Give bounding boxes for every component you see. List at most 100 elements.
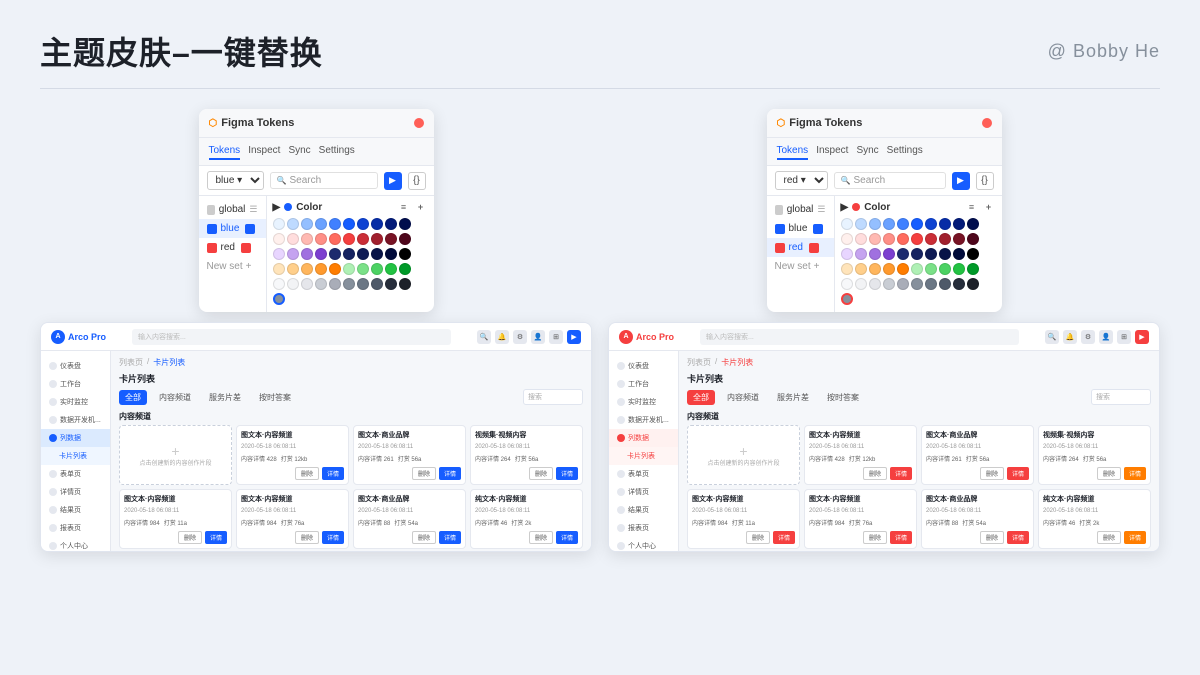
selected-swatch-red[interactable]	[841, 293, 853, 305]
nav-item-cards[interactable]: 卡片列表	[41, 447, 110, 465]
tokens-theme-select[interactable]: blue ▾ red	[207, 171, 264, 190]
filter-search-blue[interactable]: 搜索	[523, 389, 583, 405]
swatch[interactable]	[897, 263, 909, 275]
detail-btn[interactable]: 详情	[556, 467, 578, 480]
tokens-tab-tokens-red[interactable]: Tokens	[777, 143, 809, 160]
nav-item-data[interactable]: 数据开发机...	[41, 411, 110, 429]
delete-btn[interactable]: 删除	[529, 531, 553, 544]
swatch[interactable]	[329, 248, 341, 260]
swatch[interactable]	[953, 278, 965, 290]
swatch[interactable]	[329, 263, 341, 275]
tokens-search[interactable]: 🔍 Search	[270, 172, 378, 189]
tokens-sidebar-red-item-red[interactable]: red	[767, 238, 834, 257]
tokens-apply-btn-red[interactable]: ▶	[952, 172, 970, 190]
swatch[interactable]	[399, 278, 411, 290]
swatch[interactable]	[925, 218, 937, 230]
swatch[interactable]	[841, 218, 853, 230]
arco-topbar-search-red[interactable]: 输入内容搜索...	[700, 329, 1019, 345]
swatch[interactable]	[357, 218, 369, 230]
user-icon-red[interactable]: 👤	[1099, 330, 1113, 344]
swatch[interactable]	[841, 278, 853, 290]
nav-item-report[interactable]: 报表页	[41, 519, 110, 537]
swatch[interactable]	[371, 218, 383, 230]
tokens-search-red[interactable]: 🔍 Search	[834, 172, 946, 189]
swatch[interactable]	[883, 263, 895, 275]
swatch[interactable]	[287, 278, 299, 290]
swatch[interactable]	[869, 248, 881, 260]
tokens-sidebar-blue-item[interactable]: blue	[199, 219, 266, 238]
user-icon[interactable]: 👤	[531, 330, 545, 344]
nav-item-report-red[interactable]: 报表页	[609, 519, 678, 537]
tokens-sidebar-global-red[interactable]: global ☰	[767, 200, 834, 219]
tokens-add-set-btn-red[interactable]: New set +	[767, 257, 834, 276]
swatch[interactable]	[399, 233, 411, 245]
action-btn-blue[interactable]: ▶	[567, 330, 581, 344]
delete-btn-red[interactable]: 删除	[863, 467, 887, 480]
swatch[interactable]	[841, 263, 853, 275]
swatch[interactable]	[385, 233, 397, 245]
delete-btn-red[interactable]: 删除	[980, 531, 1004, 544]
detail-btn[interactable]: 详情	[322, 467, 344, 480]
close-icon-red[interactable]	[982, 118, 992, 128]
swatch[interactable]	[897, 278, 909, 290]
nav-item-data-red[interactable]: 数据开发机...	[609, 411, 678, 429]
swatch[interactable]	[329, 278, 341, 290]
swatch[interactable]	[841, 248, 853, 260]
tokens-tab-sync-red[interactable]: Sync	[856, 143, 878, 160]
nav-item-detail-red[interactable]: 详情页	[609, 483, 678, 501]
swatch[interactable]	[869, 233, 881, 245]
tokens-tab-tokens[interactable]: Tokens	[209, 143, 241, 160]
nav-item-workspace-red[interactable]: 工作台	[609, 375, 678, 393]
swatch[interactable]	[371, 278, 383, 290]
nav-item-dashboard-red[interactable]: 仪表盘	[609, 357, 678, 375]
swatch[interactable]	[315, 263, 327, 275]
swatch[interactable]	[925, 278, 937, 290]
detail-btn-red[interactable]: 详情	[890, 531, 912, 544]
detail-btn[interactable]: 详情	[205, 531, 227, 544]
swatch[interactable]	[385, 263, 397, 275]
swatch[interactable]	[315, 218, 327, 230]
swatch[interactable]	[343, 278, 355, 290]
tokens-tab-inspect[interactable]: Inspect	[248, 143, 280, 160]
swatch[interactable]	[399, 248, 411, 260]
delete-btn[interactable]: 删除	[529, 467, 553, 480]
nav-item-workspace[interactable]: 工作台	[41, 375, 110, 393]
swatch[interactable]	[357, 263, 369, 275]
swatch[interactable]	[357, 233, 369, 245]
swatch[interactable]	[939, 278, 951, 290]
nav-item-monitor-red[interactable]: 实时监控	[609, 393, 678, 411]
swatch[interactable]	[925, 263, 937, 275]
delete-btn[interactable]: 删除	[178, 531, 202, 544]
swatch[interactable]	[315, 233, 327, 245]
filter-tab-content[interactable]: 内容频道	[153, 390, 197, 405]
delete-btn[interactable]: 删除	[295, 531, 319, 544]
swatch[interactable]	[883, 248, 895, 260]
swatch[interactable]	[883, 218, 895, 230]
filter-tab-answer[interactable]: 按时答案	[253, 390, 297, 405]
swatch[interactable]	[939, 218, 951, 230]
swatch[interactable]	[967, 278, 979, 290]
tokens-tab-sync[interactable]: Sync	[288, 143, 310, 160]
nav-item-profile-red[interactable]: 个人中心	[609, 537, 678, 551]
tokens-tab-inspect-red[interactable]: Inspect	[816, 143, 848, 160]
swatch[interactable]	[399, 263, 411, 275]
swatch[interactable]	[287, 263, 299, 275]
delete-btn[interactable]: 删除	[295, 467, 319, 480]
bell-icon-red[interactable]: 🔔	[1063, 330, 1077, 344]
filter-tab-all[interactable]: 全部	[119, 390, 147, 405]
swatch[interactable]	[869, 263, 881, 275]
tokens-tab-settings[interactable]: Settings	[319, 143, 355, 160]
nav-item-form-red[interactable]: 表单页	[609, 465, 678, 483]
swatch[interactable]	[357, 248, 369, 260]
filter-tab-service-red[interactable]: 服务片差	[771, 390, 815, 405]
swatch[interactable]	[925, 248, 937, 260]
swatch[interactable]	[925, 233, 937, 245]
swatch[interactable]	[399, 218, 411, 230]
swatch[interactable]	[855, 278, 867, 290]
nav-item-cards-red[interactable]: 卡片列表	[609, 447, 678, 465]
nav-item-form[interactable]: 表单页	[41, 465, 110, 483]
swatch[interactable]	[301, 278, 313, 290]
swatch[interactable]	[357, 278, 369, 290]
swatch[interactable]	[287, 233, 299, 245]
swatch[interactable]	[385, 218, 397, 230]
